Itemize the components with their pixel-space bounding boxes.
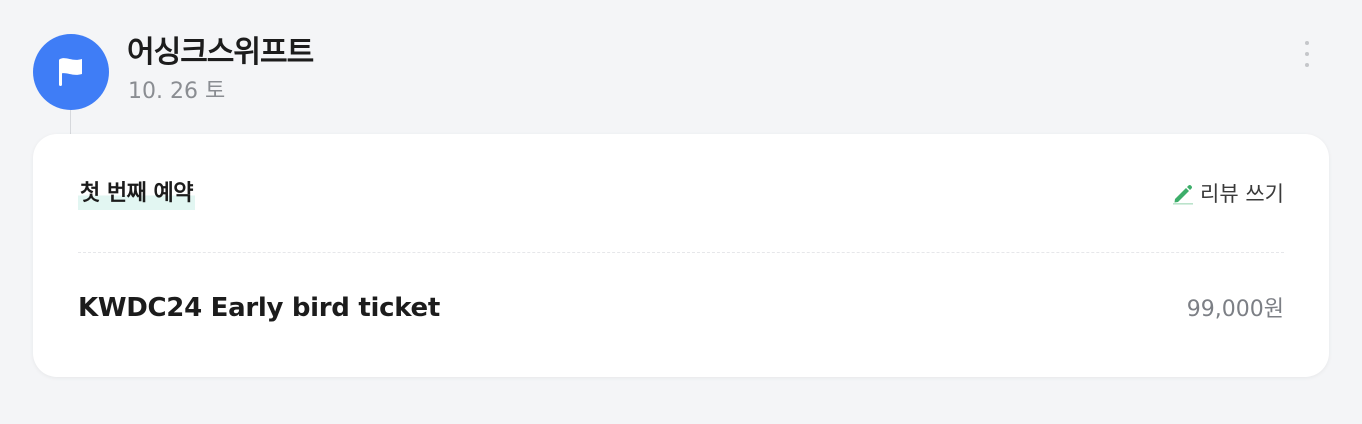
timeline-connector: [70, 110, 71, 134]
divider: [78, 252, 1284, 253]
reservation-card[interactable]: 첫 번째 예약 리뷰 쓰기 KWDC24 Early bird ticket 9…: [33, 134, 1329, 377]
reservation-date: 10. 26 토: [128, 79, 226, 104]
reservation-order-badge: 첫 번째 예약: [78, 178, 196, 210]
flag-icon: [59, 58, 82, 86]
dot: [1305, 41, 1309, 45]
pencil-icon: [1173, 184, 1194, 205]
reservation-page: 어싱크스위프트 10. 26 토 첫 번째 예약 리뷰 쓰기 KWDC24 Ea…: [0, 0, 1362, 424]
write-review-label: 리뷰 쓰기: [1200, 182, 1284, 206]
ticket-price: 99,000원: [1186, 297, 1284, 322]
write-review-button[interactable]: 리뷰 쓰기: [1172, 178, 1284, 210]
dot: [1305, 63, 1309, 67]
ticket-name: KWDC24 Early bird ticket: [78, 293, 440, 323]
store-avatar[interactable]: [33, 34, 109, 110]
dot: [1305, 52, 1309, 56]
store-name[interactable]: 어싱크스위프트: [127, 33, 314, 73]
more-vertical-icon[interactable]: [1296, 38, 1318, 70]
